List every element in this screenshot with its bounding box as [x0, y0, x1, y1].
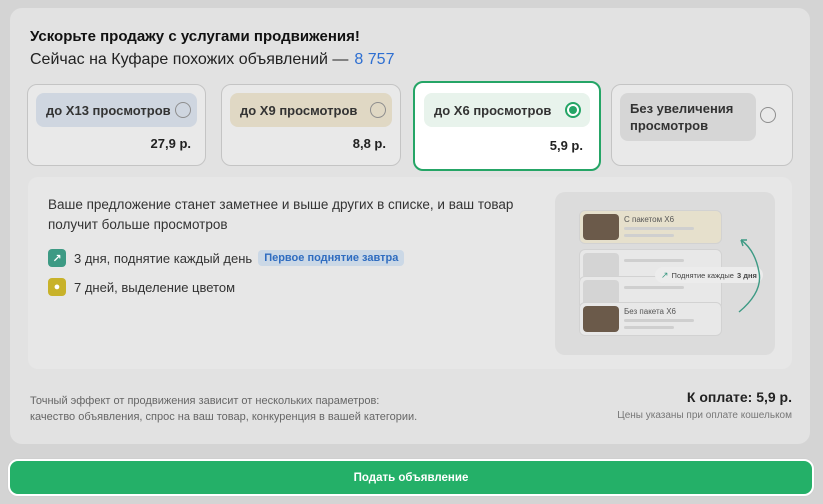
color-highlight-icon: ● — [48, 278, 66, 296]
radio-button[interactable] — [175, 102, 191, 118]
ad-thumbnail — [583, 306, 619, 332]
feature-raise: ↗ 3 дня, поднятие каждый день Первое под… — [48, 249, 405, 267]
text-line — [624, 259, 684, 262]
without-package-label: Без пакета X6 — [624, 307, 676, 316]
option-card-x6-selected[interactable]: до X6 просмотров 5,9 р. — [413, 81, 601, 171]
submit-ad-button[interactable]: Подать объявление — [8, 459, 814, 496]
feature-text: 7 дней, выделение цветом — [74, 279, 236, 295]
option-label: до X9 просмотров — [230, 93, 392, 127]
total-price: К оплате: 5,9 р. — [686, 389, 792, 405]
text-line — [624, 319, 694, 322]
raise-arrow-icon: ↗ — [661, 269, 669, 280]
ad-thumbnail — [583, 214, 619, 240]
cycle-arrow-icon — [738, 239, 761, 313]
radio-button[interactable] — [370, 102, 386, 118]
text-line — [624, 227, 694, 230]
radio-button-checked[interactable] — [565, 102, 581, 118]
disclaimer-line: качество объявления, спрос на ваш товар,… — [30, 411, 418, 423]
text-line — [624, 326, 674, 329]
option-description: Ваше предложение станет заметнее и выше … — [48, 197, 514, 232]
option-price: 8,8 р. — [352, 136, 386, 151]
first-raise-badge: Первое поднятие завтра — [258, 250, 405, 266]
option-details: Ваше предложение станет заметнее и выше … — [28, 177, 792, 369]
feature-color: ● 7 дней, выделение цветом — [48, 278, 235, 296]
with-package-label: С пакетом X6 — [624, 215, 675, 224]
option-label: до X13 просмотров — [36, 93, 197, 127]
similar-ads-line: Сейчас на Куфаре похожих объявлений — 8 7… — [30, 51, 394, 69]
option-card-x9[interactable]: до X9 просмотров 8,8 р. — [221, 84, 401, 166]
illustration-ad-with-package: С пакетом X6 — [579, 210, 722, 244]
ticker-text: Поднятие каждые — [671, 270, 734, 280]
promo-disclaimer: Точный эффект от продвижения зависит от … — [30, 393, 417, 425]
feature-text: 3 дня, поднятие каждый день — [74, 250, 253, 266]
option-card-no-boost[interactable]: Без увеличения просмотров — [611, 84, 793, 166]
disclaimer-line: Точный эффект от продвижения зависит от … — [30, 395, 380, 407]
price-note: Цены указаны при оплате кошельком — [617, 410, 792, 421]
similar-ads-count[interactable]: 8 757 — [354, 51, 394, 68]
radio-button[interactable] — [760, 107, 776, 123]
promo-illustration: С пакетом X6 Без пакета X6 ↗ Поднятие ка… — [555, 192, 775, 355]
option-price: 5,9 р. — [549, 138, 583, 153]
similar-ads-text: Сейчас на Куфаре похожих объявлений — — [30, 51, 349, 68]
option-label: Без увеличения просмотров — [620, 93, 756, 141]
text-line — [624, 286, 684, 289]
illustration-ad-without-package: Без пакета X6 — [579, 302, 722, 336]
option-card-x13[interactable]: до X13 просмотров 27,9 р. — [27, 84, 206, 166]
promo-title: Ускорьте продажу с услугами продвижения! — [30, 28, 360, 45]
raise-arrow-icon: ↗ — [48, 249, 66, 267]
option-price: 27,9 р. — [150, 136, 191, 151]
text-line — [624, 234, 674, 237]
